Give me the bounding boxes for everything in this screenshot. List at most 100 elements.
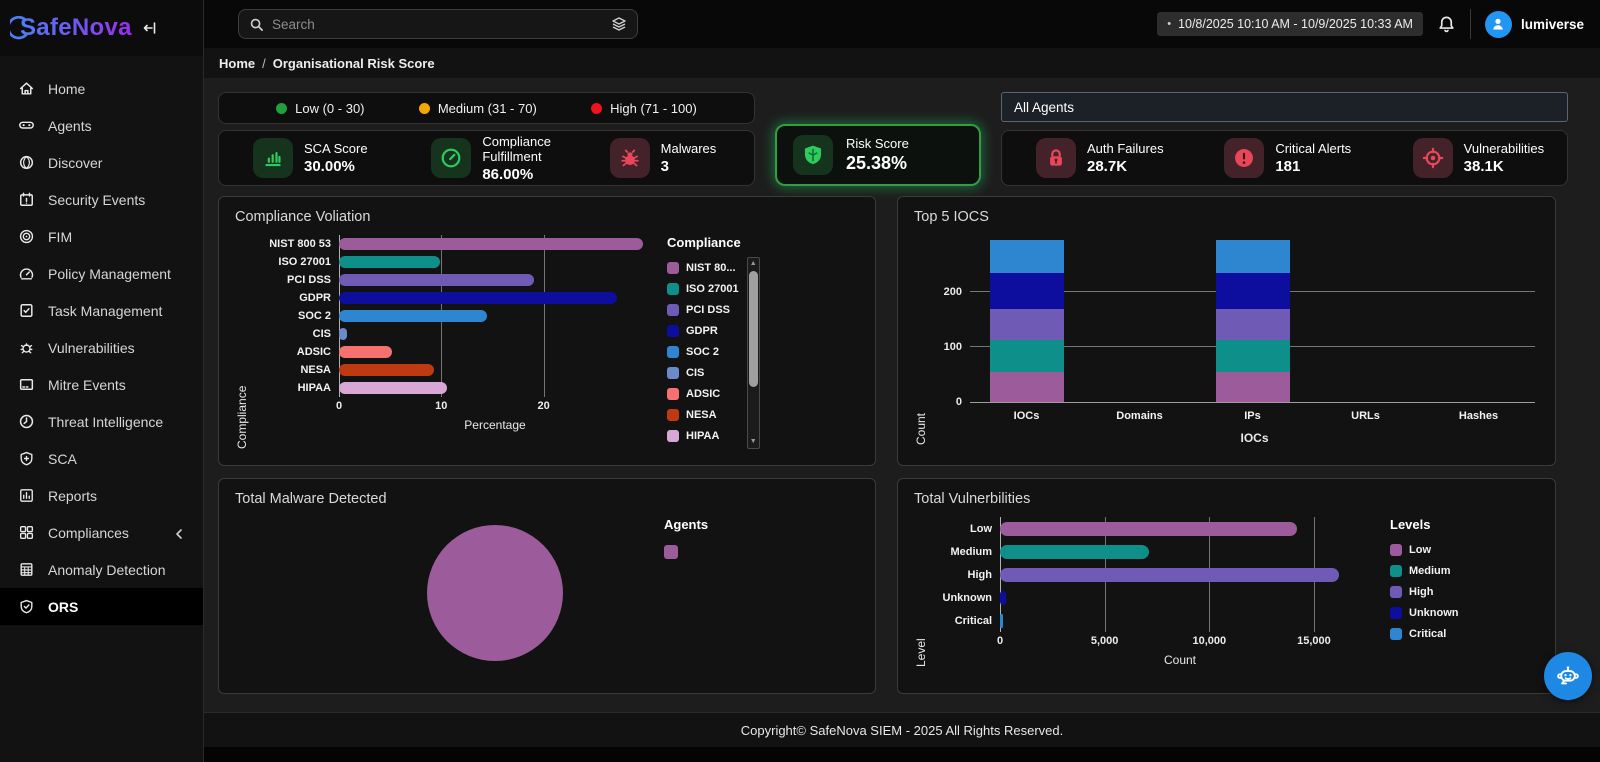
legend-item-nist-80-[interactable]: NIST 80... [667, 257, 741, 278]
legend-item-medium[interactable]: Medium [1390, 560, 1459, 581]
main-area: • 10/8/2025 10:10 AM - 10/9/2025 10:33 A… [204, 0, 1600, 762]
stat-vulnerabilities[interactable]: Vulnerabilities 38.1K [1379, 138, 1567, 178]
bar-row [339, 325, 651, 343]
legend-item-low[interactable]: Low [1390, 539, 1459, 560]
stack-segment[interactable] [1215, 309, 1290, 340]
stat-compliance-fulfillment[interactable]: Compliance Fulfillment 86.00% [397, 134, 575, 183]
stack-segment[interactable] [1215, 371, 1290, 402]
stat-malwares[interactable]: Malwares 3 [576, 138, 754, 178]
sidebar-item-discover[interactable]: Discover [0, 144, 203, 181]
legend-swatch[interactable] [664, 545, 678, 559]
x-axis-ticks: 0 10 20 [336, 400, 651, 415]
legend-item-critical[interactable]: Critical [1390, 623, 1459, 644]
stat-value: 3 [660, 158, 669, 175]
legend-item-iso-27001[interactable]: ISO 27001 [667, 278, 741, 299]
chevron-left-icon[interactable] [173, 527, 185, 539]
chatbot-button[interactable] [1544, 652, 1592, 700]
bar-cis[interactable] [339, 328, 348, 340]
stack-segment[interactable] [989, 371, 1064, 402]
sidebar-item-label: Mitre Events [48, 376, 126, 393]
stat-auth-failures[interactable]: Auth Failures 28.7K [1002, 138, 1190, 178]
legend-label: NIST 80... [686, 261, 736, 274]
sidebar-item-label: Agents [48, 117, 92, 134]
bar-adsic[interactable] [339, 346, 393, 358]
pie-slice[interactable] [427, 525, 563, 661]
bar-unknown[interactable] [1000, 590, 1007, 605]
stat-critical-alerts[interactable]: Critical Alerts 181 [1190, 138, 1378, 178]
stack-segment[interactable] [989, 273, 1064, 310]
bar-medium[interactable] [1000, 544, 1149, 559]
legend-item-unknown[interactable]: Unknown [1390, 602, 1459, 623]
scroll-up-arrow-icon[interactable]: ▲ [750, 259, 757, 269]
sidebar-item-security-events[interactable]: Security Events [0, 181, 203, 218]
legend-item-hipaa[interactable]: HIPAA [667, 425, 741, 446]
bar-nist-800-53[interactable] [339, 238, 643, 250]
legend-item-gdpr[interactable]: GDPR [667, 320, 741, 341]
bar-low[interactable] [1000, 521, 1298, 536]
topbar-divider [1469, 9, 1471, 39]
user-menu[interactable]: lumiverse [1484, 10, 1584, 38]
breadcrumb-home[interactable]: Home [219, 56, 255, 71]
sidebar-item-sca[interactable]: SCA [0, 440, 203, 477]
legend-scrollbar[interactable]: ▲ ▼ [746, 257, 760, 449]
stack-segment[interactable] [1215, 273, 1290, 310]
legend-item-nesa[interactable]: NESA [667, 404, 741, 425]
stack-segment[interactable] [989, 339, 1064, 372]
bar-critical[interactable] [1000, 613, 1003, 628]
layers-icon[interactable] [611, 16, 627, 32]
sidebar-item-task-management[interactable]: Task Management [0, 292, 203, 329]
bell-icon[interactable] [1437, 15, 1456, 34]
sidebar-item-mitre-events[interactable]: Mitre Events [0, 366, 203, 403]
scroll-down-arrow-icon[interactable]: ▼ [750, 437, 757, 447]
bar-soc-2[interactable] [339, 310, 488, 322]
legend-item-soc-2[interactable]: SOC 2 [667, 341, 741, 362]
bar-iso-27001[interactable] [339, 256, 441, 268]
stack-segment[interactable] [1215, 339, 1290, 372]
legend-swatch [667, 324, 679, 337]
bar-high[interactable] [1000, 567, 1340, 582]
scrollbar-thumb[interactable] [748, 271, 758, 387]
legend-item-high[interactable]: High [1390, 581, 1459, 602]
search-box[interactable] [238, 9, 638, 39]
stat-sca-score[interactable]: SCA Score 30.00% [219, 138, 397, 178]
agents-filter-select[interactable]: All Agents [1001, 92, 1568, 122]
legend-title: Agents [664, 517, 709, 532]
sidebar-item-vulnerabilities[interactable]: Vulnerabilities [0, 329, 203, 366]
sidebar-item-label: Vulnerabilities [48, 339, 135, 356]
sidebar-item-agents[interactable]: Agents [0, 107, 203, 144]
stacked-bar-ips[interactable] [1215, 239, 1290, 402]
legend-item-cis[interactable]: CIS [667, 362, 741, 383]
stats-card-right: Auth Failures 28.7K Critical Alerts 181 Vuln… [1001, 130, 1568, 186]
category-label: GDPR [299, 292, 331, 304]
sidebar-item-threat-intelligence[interactable]: Threat Intelligence [0, 403, 203, 440]
bar-nesa[interactable] [339, 364, 435, 376]
sidebar-item-ors[interactable]: ORS [0, 588, 203, 625]
sidebar-item-policy-management[interactable]: Policy Management [0, 255, 203, 292]
sidebar-item-reports[interactable]: Reports [0, 477, 203, 514]
date-range-picker[interactable]: • 10/8/2025 10:10 AM - 10/9/2025 10:33 A… [1157, 12, 1423, 36]
target-icon [1412, 138, 1453, 178]
bar-gdpr[interactable] [339, 292, 618, 304]
sidebar-item-compliances[interactable]: Compliances [0, 514, 203, 551]
stacked-bar-iocs[interactable] [989, 239, 1064, 402]
sidebar-collapse-icon[interactable] [142, 20, 158, 36]
stat-text: Critical Alerts 181 [1275, 141, 1351, 175]
chart-card-top5-iocs: Top 5 IOCS Count 0 100 200 IOCs Domains IPs U… [897, 196, 1556, 466]
legend-item-adsic[interactable]: ADSIC [667, 383, 741, 404]
sidebar-item-label: Reports [48, 487, 98, 504]
sidebar-item-fim[interactable]: FIM [0, 218, 203, 255]
x-tick-label: 0 [996, 635, 1004, 647]
stack-segment[interactable] [1215, 239, 1290, 274]
legend-item-pci-dss[interactable]: PCI DSS [667, 299, 741, 320]
bar-hipaa[interactable] [339, 382, 448, 394]
risk-score-card[interactable]: Risk Score 25.38% [775, 124, 981, 186]
search-input[interactable] [272, 16, 603, 32]
sidebar-item-anomaly-detection[interactable]: Anomaly Detection [0, 551, 203, 588]
stack-segment[interactable] [989, 309, 1064, 340]
legend-label: Medium (31 - 70) [437, 100, 537, 116]
sidebar-item-label: Discover [48, 154, 103, 171]
bar-pci-dss[interactable] [339, 274, 535, 286]
stack-segment[interactable] [989, 239, 1064, 274]
sidebar-item-home[interactable]: Home [0, 70, 203, 107]
x-axis-label: Count [1163, 653, 1197, 667]
